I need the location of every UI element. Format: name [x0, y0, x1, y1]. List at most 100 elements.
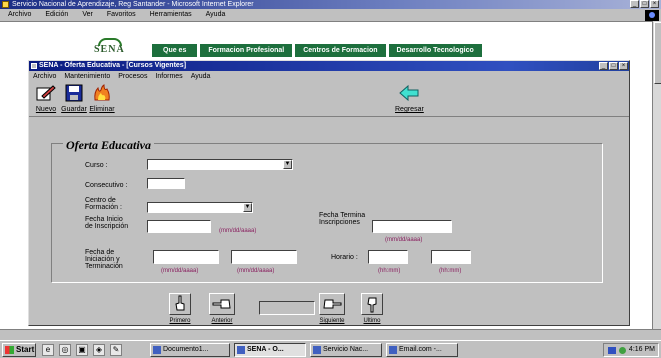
fecha-iniciacion-input[interactable]	[153, 250, 219, 264]
centro-label: Centro de Formación :	[85, 197, 122, 211]
hand-up-icon	[175, 295, 185, 311]
horario-fin-input[interactable]	[431, 250, 471, 264]
task-documento1[interactable]: Documento1...	[150, 343, 230, 357]
app-window: SENA - Oferta Educativa - [Cursos Vigent…	[28, 60, 630, 326]
channels-quicklaunch-icon[interactable]: ◈	[93, 344, 105, 356]
ie-quicklaunch-icon[interactable]: e	[42, 344, 54, 356]
fecha-termina-hint: (mm/dd/aaaa)	[385, 237, 423, 243]
app-title: SENA - Oferta Educativa - [Cursos Vigent…	[39, 62, 187, 69]
app-title-bar[interactable]: SENA - Oferta Educativa - [Cursos Vigent…	[29, 61, 629, 71]
start-button[interactable]: Start	[2, 343, 36, 357]
nav-centros-de-formacion[interactable]: Centros de Formacion	[295, 44, 386, 57]
regresar-label: Regresar	[395, 106, 424, 113]
eliminar-button[interactable]: Eliminar	[89, 83, 115, 113]
menu-archivo[interactable]: Archivo	[8, 11, 31, 18]
outlook-quicklaunch-icon[interactable]: ◎	[59, 344, 71, 356]
app-maximize-button[interactable]: □	[609, 62, 618, 70]
sena-logo-arc-icon	[98, 38, 122, 46]
page-scrollbar[interactable]	[652, 21, 661, 329]
chevron-down-icon[interactable]: ▼	[283, 160, 292, 169]
start-label: Start	[16, 345, 35, 354]
fecha-inicio-input[interactable]	[147, 220, 211, 233]
centro-select[interactable]: ▼	[147, 202, 253, 213]
siguiente-button[interactable]	[319, 293, 345, 315]
site-nav: Que es Formacion Profesional Centros de …	[152, 44, 485, 57]
hand-left-icon	[212, 299, 231, 309]
horario-inicio-hint: (hh:mm)	[378, 268, 401, 274]
app-minimize-button[interactable]: _	[599, 62, 608, 70]
taskbar: Start e ◎ ▣ ◈ ✎ Documento1... SENA - O..…	[0, 340, 661, 358]
guardar-button[interactable]: Guardar	[61, 83, 87, 113]
primero-button[interactable]	[169, 293, 191, 315]
close-button[interactable]: ×	[650, 0, 659, 8]
nav-que-es[interactable]: Que es	[152, 44, 198, 57]
quick-launch: e ◎ ▣ ◈ ✎	[42, 344, 122, 356]
fecha-inicio-label: Fecha Inicio de Inscripción	[85, 216, 129, 230]
nav-formacion-profesional[interactable]: Formacion Profesional	[200, 44, 293, 57]
fecha-iniciacion-hint: (mm/dd/aaaa)	[161, 268, 199, 274]
nuevo-button[interactable]: Nuevo	[33, 83, 59, 113]
anterior-label: Anterior	[211, 318, 233, 324]
system-tray: 4:16 PM	[603, 343, 659, 357]
menu-herramientas[interactable]: Herramientas	[150, 11, 192, 18]
app-menu-mantenimiento[interactable]: Mantenimiento	[64, 73, 110, 80]
delete-fire-icon	[94, 84, 110, 101]
new-document-icon	[36, 85, 56, 101]
chevron-down-icon[interactable]: ▼	[243, 203, 252, 212]
task-email[interactable]: Email.com -...	[386, 343, 458, 357]
app-menu-informes[interactable]: Informes	[155, 73, 182, 80]
clock[interactable]: 4:16 PM	[629, 346, 655, 353]
browser-window-controls: _ □ ×	[630, 0, 659, 9]
task-email-label: Email.com -...	[399, 346, 442, 353]
consecutivo-input[interactable]	[147, 178, 185, 189]
ie-window-icon[interactable]	[2, 1, 9, 8]
app-window-icon[interactable]	[31, 63, 37, 69]
curso-select[interactable]: ▼	[147, 159, 293, 170]
siguiente-label: Siguiente	[319, 318, 345, 324]
ultimo-button[interactable]	[361, 293, 383, 315]
menu-edicion[interactable]: Edición	[45, 11, 68, 18]
task-servicio[interactable]: Servicio Nac...	[310, 343, 382, 357]
back-arrow-icon	[399, 84, 419, 102]
browser-status-bar	[0, 329, 661, 340]
ultimo-label: Ultimo	[363, 318, 381, 324]
app-menu-archivo[interactable]: Archivo	[33, 73, 56, 80]
anterior-button[interactable]	[209, 293, 235, 315]
nuevo-label: Nuevo	[35, 106, 57, 113]
app-quicklaunch-icon[interactable]: ✎	[110, 344, 122, 356]
app-menu-ayuda[interactable]: Ayuda	[191, 73, 211, 80]
ie-throbber-icon	[645, 10, 659, 21]
minimize-button[interactable]: _	[630, 0, 639, 8]
consecutivo-label: Consecutivo :	[85, 182, 128, 189]
horario-fin-hint: (hh:mm)	[439, 268, 462, 274]
browser-title-bar[interactable]: Servicio Nacional de Aprendizaje, Reg Sa…	[0, 0, 661, 9]
fecha-termina-input[interactable]	[372, 220, 452, 233]
eliminar-label: Eliminar	[89, 106, 115, 113]
app-toolbar: Nuevo Guardar Eliminar Regresar	[29, 81, 629, 117]
guardar-label: Guardar	[61, 106, 87, 113]
menu-ver[interactable]: Ver	[82, 11, 93, 18]
fecha-inicio-hint: (mm/dd/aaaa)	[219, 228, 257, 234]
fecha-terminacion-input[interactable]	[231, 250, 297, 264]
app-window-controls: _ □ ×	[599, 62, 628, 70]
nav-desarrollo-tecnologico[interactable]: Desarrollo Tecnologico	[388, 44, 482, 57]
form-legend: Oferta Educativa	[63, 138, 154, 153]
hand-down-icon	[367, 297, 377, 313]
sena-logo[interactable]: SENA	[94, 38, 125, 55]
menu-ayuda[interactable]: Ayuda	[206, 11, 226, 18]
hand-right-icon	[323, 299, 342, 309]
floppy-disk-icon	[65, 84, 83, 102]
app-close-button[interactable]: ×	[619, 62, 628, 70]
app-menu-procesos[interactable]: Procesos	[118, 73, 147, 80]
task-sena[interactable]: SENA - O...	[234, 343, 306, 357]
fecha-terminacion-hint: (mm/dd/aaaa)	[237, 268, 275, 274]
desktop-quicklaunch-icon[interactable]: ▣	[76, 344, 88, 356]
menu-favoritos[interactable]: Favoritos	[107, 11, 136, 18]
primero-label: Primero	[169, 318, 191, 324]
maximize-button[interactable]: □	[640, 0, 649, 8]
regresar-button[interactable]: Regresar	[395, 83, 424, 113]
horario-label: Horario :	[331, 254, 358, 261]
horario-inicio-input[interactable]	[368, 250, 408, 264]
fecha-iniciacion-label: Fecha de Iniciación y Terminación	[85, 249, 123, 270]
browser-menu-bar: Archivo Edición Ver Favoritos Herramient…	[0, 9, 661, 20]
